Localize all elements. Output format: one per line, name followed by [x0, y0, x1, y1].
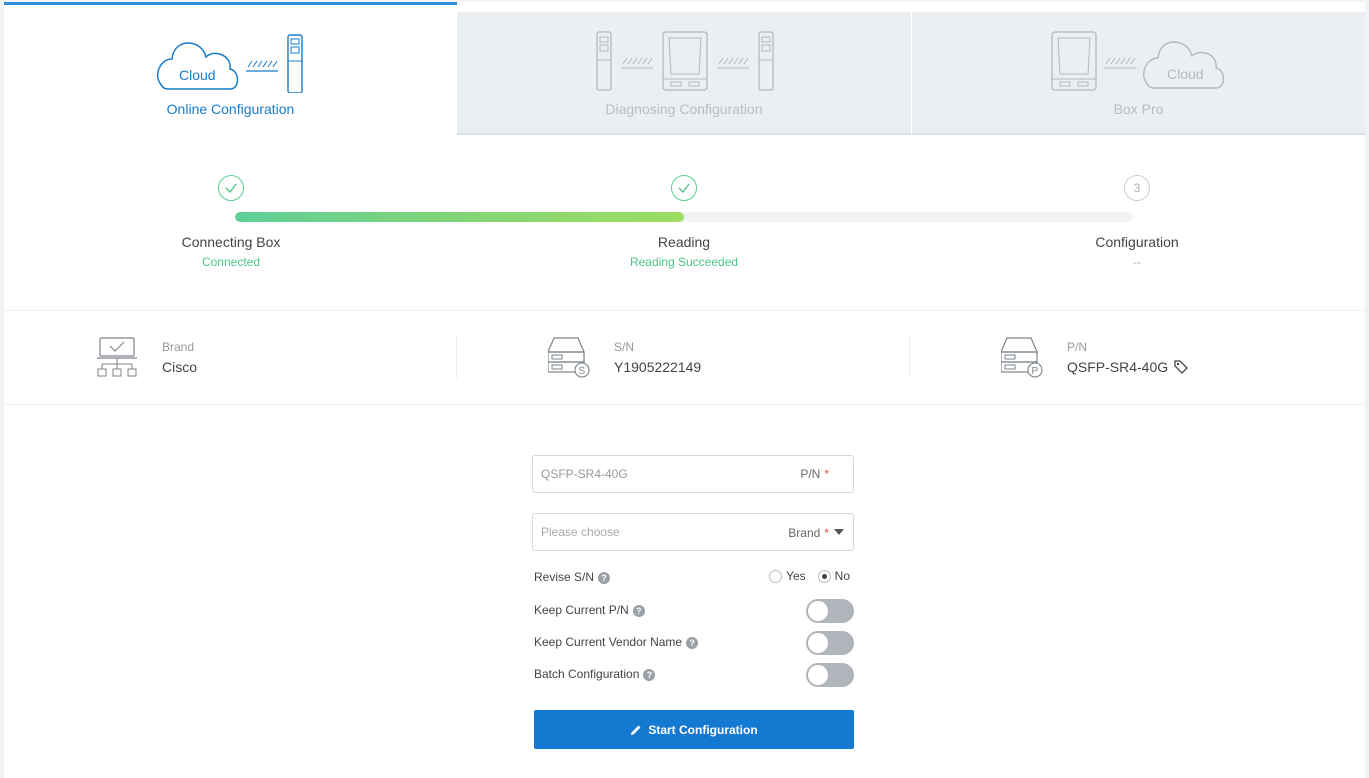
radio-no[interactable]: No	[817, 569, 850, 583]
keep-vendor-toggle[interactable]	[806, 631, 854, 655]
pn-field-tag: P/N *	[800, 467, 829, 481]
pencil-icon	[631, 725, 641, 735]
start-configuration-button[interactable]: Start Configuration	[534, 710, 854, 749]
sn-label: S/N	[614, 340, 635, 354]
keep-vendor-label: Keep Current Vendor Name?	[534, 635, 699, 649]
pn-value: QSFP-SR4-40G	[1067, 359, 1169, 375]
toggle-knob	[808, 633, 828, 653]
keep-pn-label-text: Keep Current P/N	[534, 603, 629, 617]
step-1-title: Connecting Box	[181, 234, 281, 250]
info-pn: P P/N QSFP-SR4-40G	[1001, 311, 1301, 406]
progress-track	[235, 212, 1133, 222]
svg-text:Cloud: Cloud	[1167, 66, 1204, 82]
step-2-check-icon	[671, 175, 697, 201]
keep-pn-toggle[interactable]	[806, 599, 854, 623]
device-sn-icon: S	[548, 337, 590, 378]
step-1-status: Connected	[201, 255, 261, 269]
pn-field[interactable]: P/N*	[532, 455, 854, 493]
help-icon[interactable]: ?	[632, 605, 645, 617]
revise-sn-label-text: Revise S/N	[534, 570, 595, 584]
cloud-to-module-icon: Cloud	[156, 34, 303, 93]
device-pn-icon: P	[1001, 337, 1043, 378]
step-2-status: Reading Succeeded	[629, 255, 739, 269]
svg-text:S: S	[579, 366, 586, 377]
toggle-knob	[808, 601, 828, 621]
svg-text:Cloud: Cloud	[179, 67, 216, 83]
box-to-cloud-icon: Cloud	[1051, 31, 1225, 91]
device-info-bar: Brand Cisco S S/N Y1905222149 P P/N QSFP…	[4, 310, 1365, 405]
module-box-module-icon	[596, 31, 774, 91]
brand-input[interactable]	[541, 514, 761, 550]
sn-value: Y1905222149	[614, 359, 702, 375]
page: Cloud Online Configuration Diagnosing Co…	[4, 2, 1365, 778]
step-2-title: Reading	[657, 234, 711, 250]
pn-value-row: QSFP-SR4-40G	[1067, 359, 1188, 375]
tab-online-label: Online Configuration	[166, 101, 295, 117]
step-3-title: Configuration	[1095, 234, 1179, 250]
brand-field-tag-text: Brand	[788, 526, 821, 540]
tab-box-pro[interactable]: Cloud Box Pro	[912, 12, 1365, 135]
keep-vendor-row: Keep Current Vendor Name?	[534, 631, 854, 656]
pn-label: P/N	[1067, 340, 1088, 354]
svg-text:P: P	[1032, 366, 1039, 377]
help-icon[interactable]: ?	[643, 669, 656, 681]
start-configuration-label: Start Configuration	[648, 722, 758, 737]
revise-sn-row: Revise S/N? Yes No	[534, 567, 854, 591]
tab-box-pro-label: Box Pro	[1113, 101, 1164, 117]
pn-input[interactable]	[541, 456, 761, 492]
batch-toggle[interactable]	[806, 663, 854, 687]
radio-no-label: No	[834, 569, 850, 583]
step-1-check-icon	[218, 175, 244, 201]
brand-select[interactable]: Brand*	[532, 513, 854, 551]
keep-pn-row: Keep Current P/N?	[534, 599, 854, 624]
step-3-status: --	[1133, 255, 1141, 269]
mode-tabs: Cloud Online Configuration Diagnosing Co…	[4, 2, 1365, 135]
progress-steps: Connecting Box Connected Reading Reading…	[4, 135, 1365, 310]
radio-yes-dot[interactable]	[769, 569, 783, 583]
network-brand-icon	[97, 337, 137, 377]
revise-sn-label: Revise S/N?	[534, 570, 611, 584]
tab-online-configuration[interactable]: Cloud Online Configuration	[4, 2, 457, 135]
radio-yes-label: Yes	[786, 569, 806, 583]
help-icon[interactable]: ?	[598, 572, 611, 584]
batch-label-text: Batch Configuration	[534, 667, 640, 681]
tab-diagnosing-configuration[interactable]: Diagnosing Configuration	[457, 12, 911, 135]
batch-row: Batch Configuration?	[534, 663, 854, 688]
info-divider	[456, 336, 457, 378]
pn-field-tag-text: P/N	[800, 467, 821, 481]
brand-label: Brand	[162, 340, 195, 354]
progress-fill	[235, 212, 684, 222]
chevron-down-icon[interactable]	[834, 529, 844, 535]
required-mark: *	[824, 467, 829, 481]
required-mark: *	[824, 526, 829, 540]
radio-no-dot[interactable]	[817, 569, 831, 583]
toggle-knob	[808, 665, 828, 685]
brand-value: Cisco	[162, 359, 198, 375]
radio-yes[interactable]: Yes	[769, 569, 806, 583]
batch-label: Batch Configuration?	[534, 667, 656, 681]
brand-field-tag: Brand *	[788, 526, 829, 540]
tab-diagnosing-label: Diagnosing Configuration	[605, 101, 763, 117]
step-3-number: 3	[1124, 175, 1150, 201]
revise-sn-radio-group: Yes No	[769, 569, 850, 583]
keep-pn-label: Keep Current P/N?	[534, 603, 645, 617]
info-brand: Brand Cisco	[96, 311, 396, 406]
tag-icon[interactable]	[1174, 360, 1188, 374]
keep-vendor-label-text: Keep Current Vendor Name	[534, 635, 683, 649]
info-sn: S S/N Y1905222149	[548, 311, 848, 406]
help-icon[interactable]: ?	[686, 637, 699, 649]
info-divider	[909, 336, 910, 378]
